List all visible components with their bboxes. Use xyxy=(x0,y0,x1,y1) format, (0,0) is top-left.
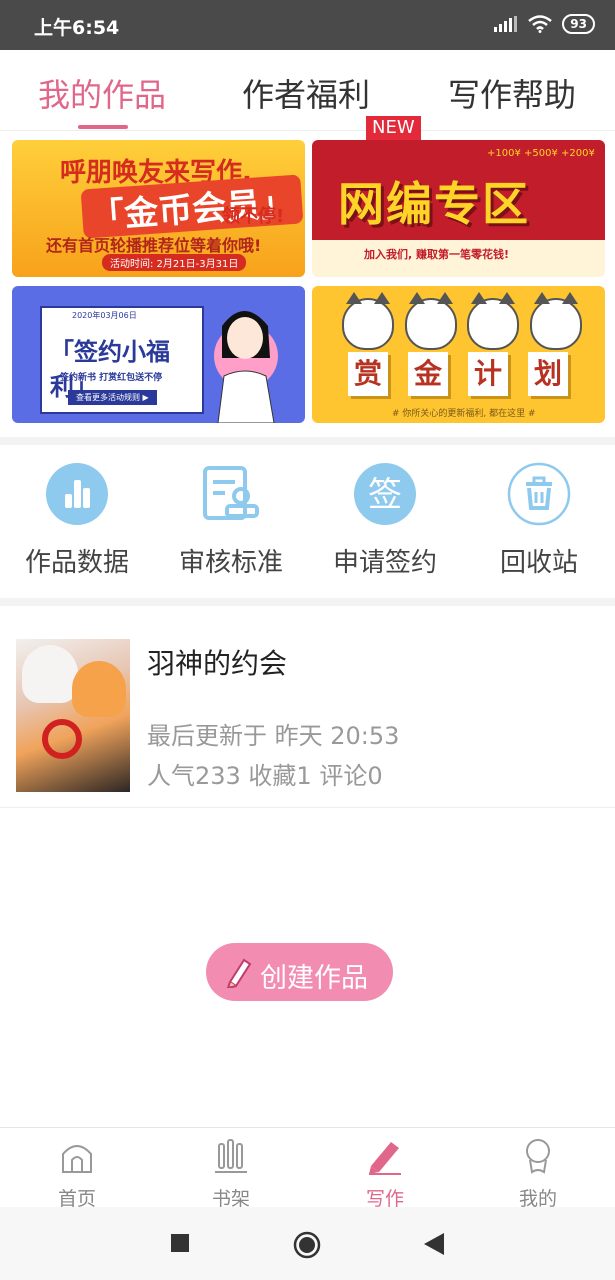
banner-title: 赏 金 计 划 xyxy=(348,352,568,396)
active-tab-indicator xyxy=(78,125,128,129)
trash-icon xyxy=(507,462,571,526)
action-label: 作品数据 xyxy=(24,548,129,578)
banner-char: 划 xyxy=(528,352,568,396)
create-work-button[interactable]: 创建作品 xyxy=(206,943,393,1001)
status-icons: 93 xyxy=(494,14,595,34)
tab-my-works[interactable]: 我的作品 xyxy=(38,70,166,116)
banner-char: 赏 xyxy=(348,352,388,396)
sign-icon-glyph: 签 xyxy=(368,475,402,515)
create-work-label: 创建作品 xyxy=(260,963,368,994)
bookshelf-icon xyxy=(215,1139,247,1173)
action-apply-signing[interactable]: 签 申请签约 xyxy=(308,462,462,579)
banner-text: 查看更多活动规则 ▶ xyxy=(68,390,157,405)
banner-window-graphic: 2020年03月06日 「签约小福利」 签约新书 打赏红包送不停 查看更多活动规… xyxy=(40,306,204,414)
banner-text: +100¥ +500¥ +200¥ xyxy=(487,148,595,159)
action-review-standards[interactable]: 审核标准 xyxy=(154,462,308,579)
bottom-nav: 首页 书架 写作 我的 xyxy=(0,1127,615,1211)
system-nav-bar xyxy=(0,1207,615,1280)
top-tabs: 我的作品 作者福利 NEW 写作帮助 xyxy=(0,50,615,140)
status-time: 上午6:54 xyxy=(34,17,120,39)
work-title: 羽神的约会 xyxy=(147,647,288,680)
signal-icon xyxy=(494,16,518,32)
work-list-item[interactable]: 羽神的约会 最后更新于 昨天 20:53 人气233 收藏1 评论0 xyxy=(0,608,615,808)
cats-illustration xyxy=(342,292,582,360)
banner-text: 活动时间: 2月21日-3月31日 xyxy=(102,254,247,271)
cover-figure xyxy=(72,661,126,717)
document-stamp-icon xyxy=(203,466,259,520)
quick-actions: 作品数据 审核标准 签 申请签约 回收站 xyxy=(0,446,615,598)
bar-chart-icon xyxy=(46,463,108,525)
cover-figure xyxy=(22,645,78,703)
battery-indicator: 93 xyxy=(562,14,595,34)
tab-writing-help[interactable]: 写作帮助 xyxy=(448,70,576,116)
cat-icon xyxy=(529,292,582,350)
banner-char: 金 xyxy=(408,352,448,396)
banner-char: 计 xyxy=(468,352,508,396)
action-label: 审核标准 xyxy=(178,548,283,578)
home-button-icon[interactable] xyxy=(293,1231,321,1259)
cat-icon xyxy=(467,292,520,350)
action-recycle-bin[interactable]: 回收站 xyxy=(462,462,615,579)
promo-banners: 呼朋唤友来写作, 「金币会员」 领不停! 还有首页轮播推荐位等着你哦! 活动时间… xyxy=(0,131,615,437)
banner-bounty-plan[interactable]: 赏 金 计 划 # 你所关心的更新福利, 都在这里 # xyxy=(312,286,605,423)
banner-text: 领不停! xyxy=(222,206,285,227)
pencil-icon xyxy=(369,1142,401,1175)
work-updated-time: 最后更新于 昨天 20:53 xyxy=(147,722,400,750)
nav-bookshelf[interactable]: 书架 xyxy=(181,1136,281,1211)
tab-author-welfare[interactable]: 作者福利 xyxy=(242,70,370,116)
cat-icon xyxy=(404,292,457,350)
divider xyxy=(0,437,615,445)
action-label: 申请签约 xyxy=(332,548,437,578)
cat-icon xyxy=(342,292,394,350)
banner-text: 签约新书 打赏红包送不停 xyxy=(60,373,163,383)
work-stats: 人气233 收藏1 评论0 xyxy=(147,762,383,790)
status-bar: 上午6:54 93 xyxy=(0,0,615,50)
banner-gold-membership[interactable]: 呼朋唤友来写作, 「金币会员」 领不停! 还有首页轮播推荐位等着你哦! 活动时间… xyxy=(12,140,305,277)
action-work-data[interactable]: 作品数据 xyxy=(0,462,154,579)
wifi-icon xyxy=(528,15,553,33)
cover-headphones xyxy=(42,719,82,759)
nav-mine[interactable]: 我的 xyxy=(488,1136,588,1211)
profile-icon xyxy=(526,1139,550,1174)
banner-text: 加入我们, 赚取第一笔零花钱! xyxy=(364,248,510,261)
sign-icon: 签 xyxy=(354,463,416,525)
back-icon[interactable] xyxy=(424,1233,444,1255)
banner-title: 网编专区 xyxy=(338,177,530,231)
action-label: 回收站 xyxy=(499,548,578,578)
banner-signing-bonus[interactable]: 2020年03月06日 「签约小福利」 签约新书 打赏红包送不停 查看更多活动规… xyxy=(12,286,305,423)
banner-editor-zone[interactable]: +100¥ +500¥ +200¥ 网编专区 加入我们, 赚取第一笔零花钱! xyxy=(312,140,605,277)
girl-illustration-icon xyxy=(214,311,278,423)
recents-icon[interactable] xyxy=(171,1234,189,1252)
nav-write[interactable]: 写作 xyxy=(335,1136,435,1211)
nav-home[interactable]: 首页 xyxy=(27,1136,127,1211)
pencil-icon xyxy=(226,958,252,988)
banner-text: # 你所关心的更新福利, 都在这里 # xyxy=(392,409,536,419)
home-icon xyxy=(62,1145,92,1173)
divider xyxy=(0,598,615,606)
banner-text: 还有首页轮播推荐位等着你哦! xyxy=(46,236,262,255)
work-cover-image xyxy=(16,639,130,792)
banner-text: 2020年03月06日 xyxy=(72,311,137,320)
